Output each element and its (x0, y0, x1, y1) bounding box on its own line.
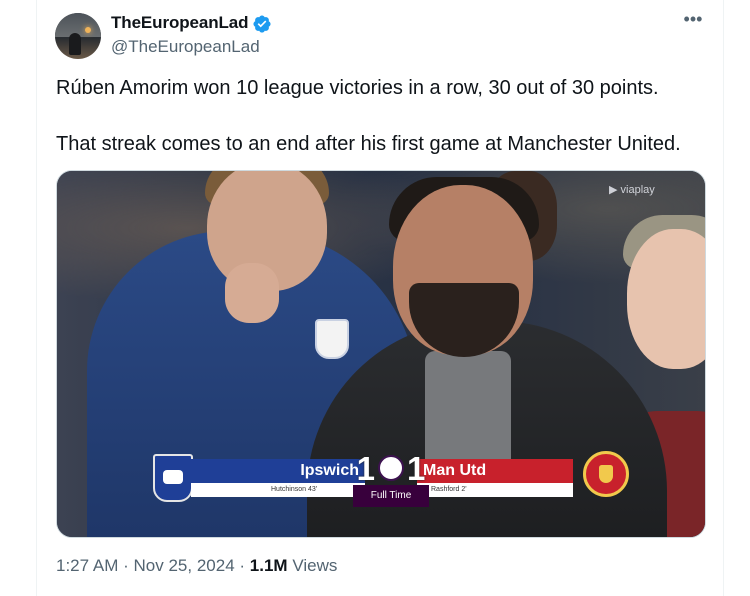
away-team-name: Man Utd (417, 459, 573, 483)
tweet-image[interactable]: ▶ viaplay Ipswich Hutchinson 43' Man Utd… (56, 170, 706, 538)
tweet-meta: 1:27 AM · Nov 25, 2024 · 1.1M Views (56, 556, 337, 576)
tweet-time[interactable]: 1:27 AM (56, 556, 118, 575)
premier-league-lion-icon (378, 455, 404, 482)
more-horizontal-icon[interactable]: ••• (680, 10, 706, 34)
avatar[interactable] (55, 13, 101, 59)
separator: · (239, 556, 246, 575)
scoreboard: Ipswich Hutchinson 43' Man Utd Rashford … (153, 451, 629, 507)
separator: · (123, 556, 129, 575)
home-scorer: Hutchinson 43' (191, 483, 365, 497)
tweet-text: Rúben Amorim won 10 league victories in … (56, 76, 706, 156)
author-display-name[interactable]: TheEuropeanLad (111, 13, 249, 33)
score: 11 (353, 452, 429, 486)
tweet-text-line: That streak comes to an end after his fi… (56, 133, 681, 155)
viaplay-watermark: ▶ viaplay (609, 184, 655, 196)
man-utd-badge-icon (583, 451, 629, 497)
away-score: 1 (407, 450, 426, 487)
home-score: 1 (356, 450, 375, 487)
match-status: Full Time (353, 485, 429, 507)
tweet-date[interactable]: Nov 25, 2024 (134, 556, 235, 575)
author-handle[interactable]: @TheEuropeanLad (111, 37, 260, 57)
views-count: 1.1M (249, 556, 288, 575)
home-team-name: Ipswich (191, 459, 365, 483)
ipswich-crest-icon (315, 319, 349, 359)
verified-badge-icon (253, 15, 271, 33)
views-label: Views (292, 556, 338, 575)
ipswich-badge-icon (153, 454, 193, 502)
away-scorer: Rashford 2' (417, 483, 573, 497)
tweet-text-line: Rúben Amorim won 10 league victories in … (56, 77, 659, 99)
